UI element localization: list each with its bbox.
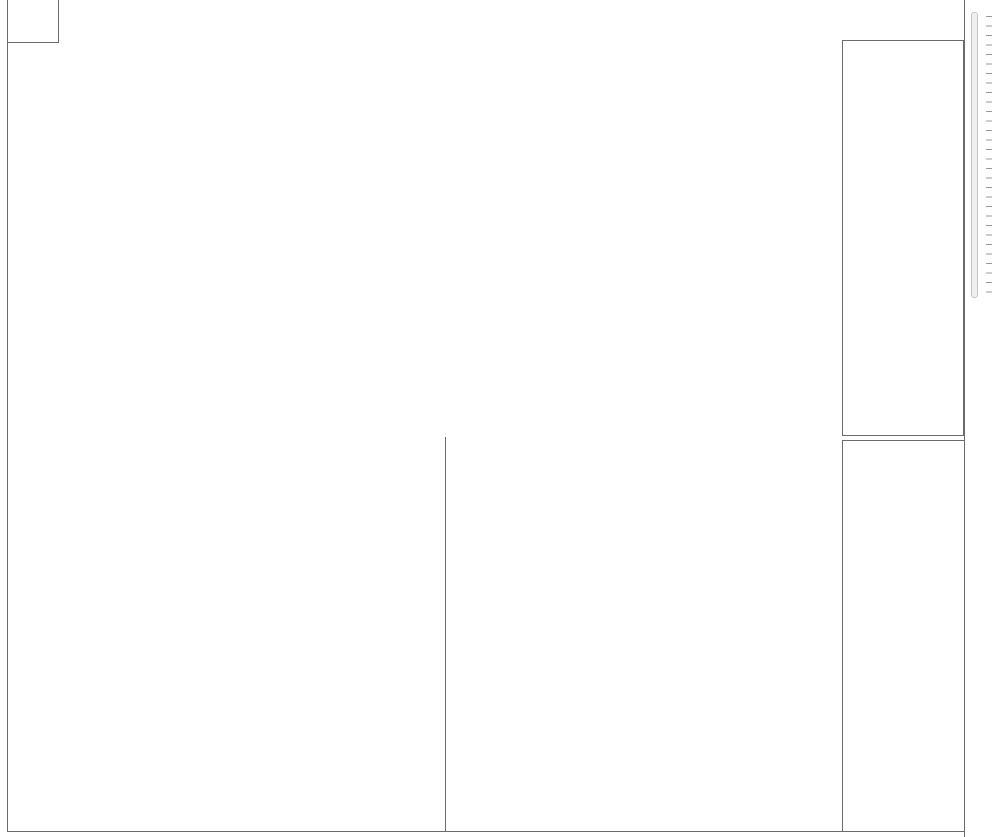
spacer-panel bbox=[842, 40, 964, 436]
depth-slice-slider-track[interactable] bbox=[971, 12, 978, 298]
panel-border bbox=[7, 831, 964, 832]
x-position-tick-labels bbox=[58, 18, 458, 34]
panel-border bbox=[445, 437, 446, 832]
gpr-depth-slice-viewer bbox=[0, 0, 994, 837]
depth-tick-labels-top bbox=[432, 18, 856, 34]
panel-border bbox=[7, 0, 8, 832]
y-line-radargram[interactable] bbox=[445, 46, 842, 437]
x-line-radargram[interactable] bbox=[57, 437, 443, 831]
panel-border bbox=[964, 0, 965, 837]
panel-border bbox=[58, 0, 59, 42]
panel-border bbox=[842, 440, 843, 832]
depth-slice-map[interactable] bbox=[62, 46, 445, 435]
panel-border bbox=[7, 42, 59, 43]
slider-tick-marks bbox=[986, 16, 992, 293]
panel-border bbox=[842, 440, 964, 441]
depth-slice-slider-thumb[interactable] bbox=[965, 0, 981, 13]
